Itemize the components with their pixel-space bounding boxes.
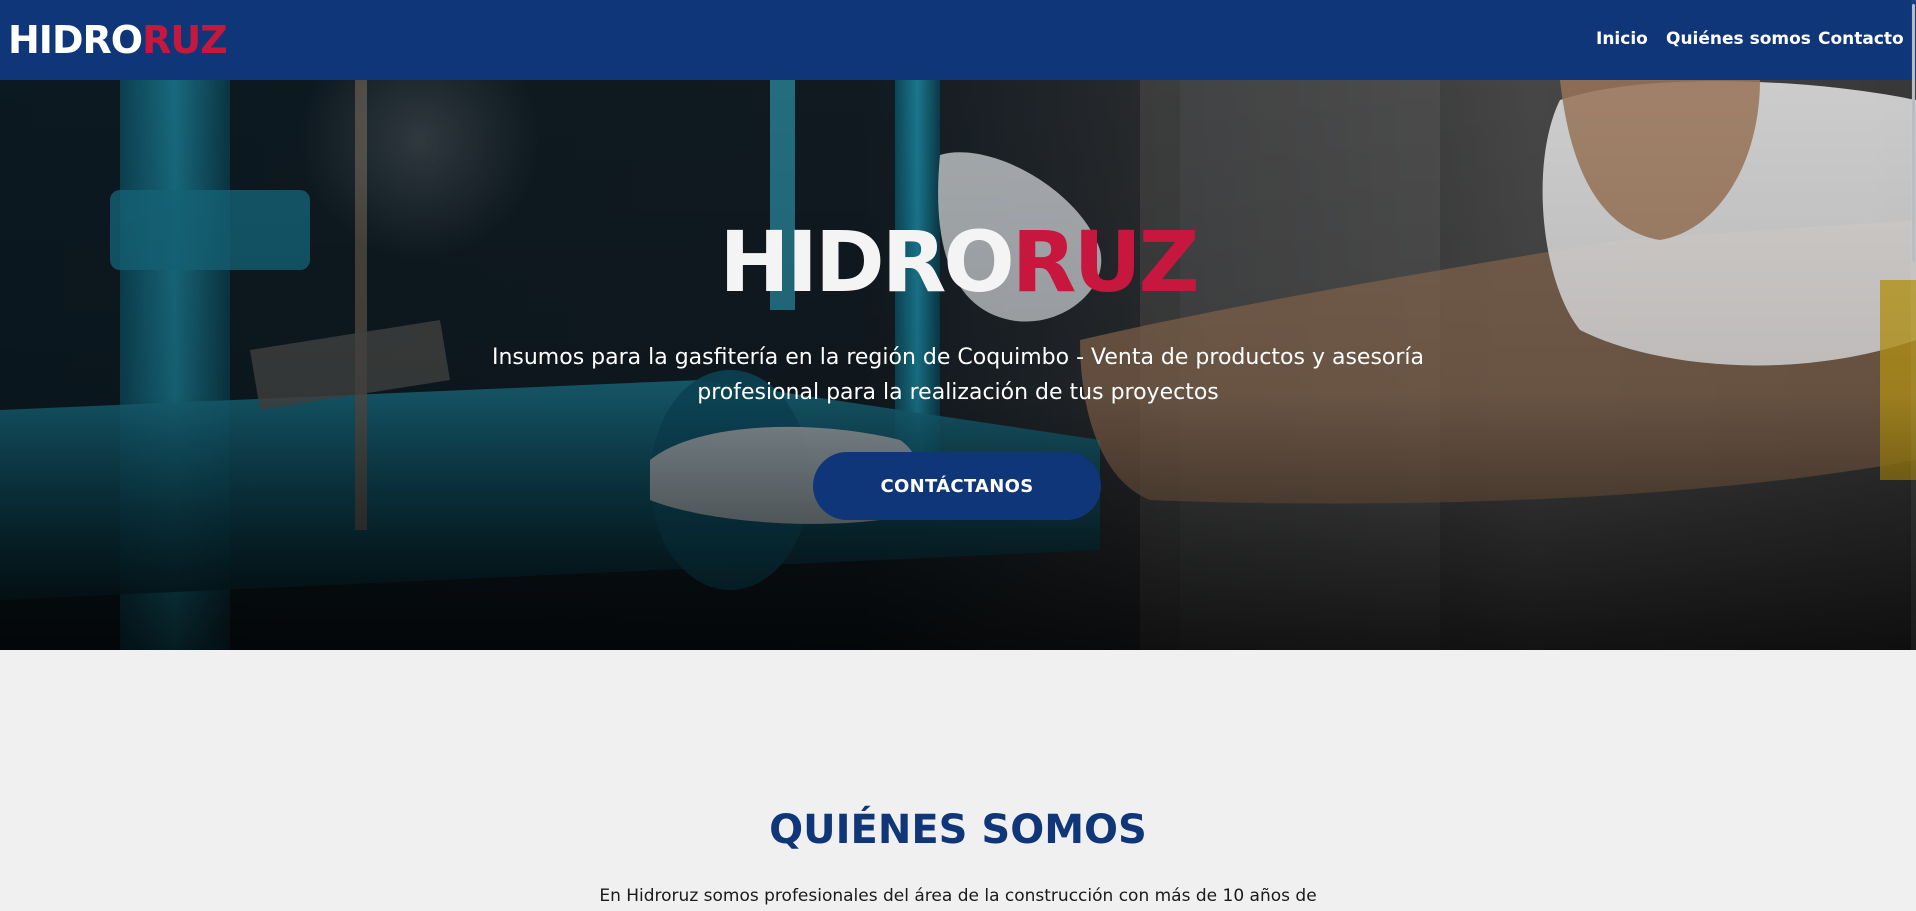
page-scrollbar[interactable]: [1911, 0, 1916, 911]
scrollbar-thumb[interactable]: [1912, 4, 1915, 262]
nav-link-inicio[interactable]: Inicio: [1596, 28, 1648, 50]
hero-title-part-red: RUZ: [1011, 213, 1200, 311]
brand-logo[interactable]: HIDRORUZ: [8, 17, 228, 63]
brand-logo-part-white: HIDRO: [8, 18, 143, 62]
about-text: En Hidroruz somos profesionales del área…: [599, 886, 1317, 906]
about-title: QUIÉNES SOMOS: [769, 807, 1147, 853]
hero-subtitle: Insumos para la gasfitería en la región …: [491, 345, 1425, 405]
hero-title: HIDRORUZ: [0, 212, 1916, 312]
about-section: QUIÉNES SOMOS En Hidroruz somos profesio…: [0, 650, 1916, 911]
nav-link-contacto[interactable]: Contacto: [1818, 28, 1904, 50]
contact-us-button[interactable]: CONTÁCTANOS: [813, 452, 1101, 520]
brand-logo-part-red: RUZ: [142, 18, 228, 62]
hero-title-part-white: HIDRO: [719, 213, 1014, 311]
nav-link-quienes-somos[interactable]: Quiénes somos: [1666, 28, 1811, 50]
hero-section: HIDRORUZ Insumos para la gasfitería en l…: [0, 80, 1916, 650]
navbar: HIDRORUZ Inicio Quiénes somos Contacto: [0, 0, 1916, 80]
page: HIDRORUZ Inicio Quiénes somos Contacto H…: [0, 0, 1916, 911]
